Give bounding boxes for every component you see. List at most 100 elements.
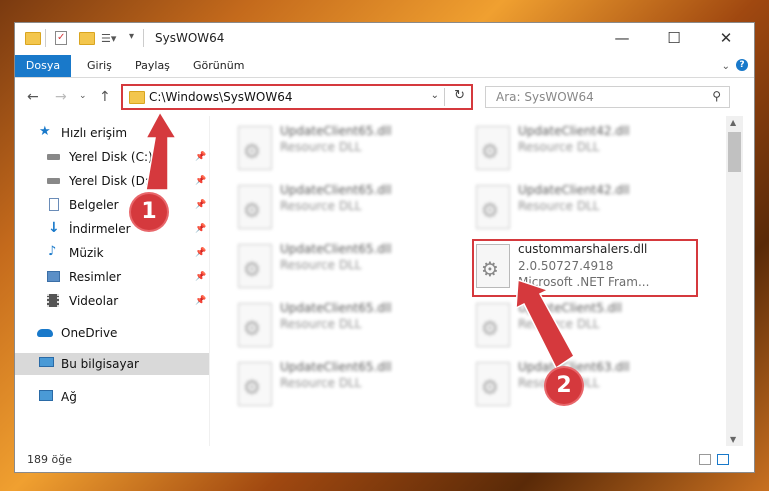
sidebar-item-label: Yerel Disk (D:) [69, 174, 154, 188]
star-icon: ★ [39, 124, 51, 139]
sidebar-item-label: Videolar [69, 294, 119, 308]
dll-file-icon: ⚙ [238, 185, 272, 229]
scroll-thumb[interactable] [728, 132, 741, 172]
sidebar-item-local-disk-c[interactable]: Yerel Disk (C:) 📌 [15, 146, 209, 168]
search-icon[interactable]: ⚲ [712, 89, 721, 103]
file-description: Resource DLL [518, 317, 600, 331]
download-icon: ↓ [48, 220, 60, 236]
search-box[interactable]: Ara: SysWOW64 ⚲ [485, 86, 730, 108]
title-divider-2 [143, 29, 144, 47]
expand-ribbon-chevron-icon[interactable]: ⌄ [722, 61, 730, 72]
file-tile[interactable]: ⚙ UpdateClient65.dll Resource DLL [234, 238, 464, 296]
file-description: Resource DLL [280, 258, 362, 272]
pin-icon[interactable]: 📌 [195, 170, 206, 192]
sidebar-item-local-disk-d[interactable]: Yerel Disk (D:) 📌 [15, 170, 209, 192]
file-name: UpdateClient65.dll [280, 360, 392, 374]
music-icon: ♪ [48, 244, 57, 259]
file-name: UpdateClient65.dll [280, 242, 392, 256]
cloud-icon [37, 329, 53, 337]
file-tile[interactable]: ⚙ UpdateClient65.dll Resource DLL [234, 356, 464, 414]
file-tile[interactable]: ⚙ UpdateClient5.dll Resource DLL [472, 297, 702, 355]
properties-icon[interactable]: ✓ [55, 31, 67, 45]
file-tile[interactable]: ⚙ UpdateClient42.dll Resource DLL [472, 120, 702, 178]
search-placeholder[interactable]: Ara: SysWOW64 [496, 90, 594, 104]
callout-2: 2 [546, 368, 582, 404]
window-title: SysWOW64 [155, 31, 225, 45]
recent-locations-chevron-icon[interactable]: ⌄ [79, 91, 87, 101]
tab-share[interactable]: Paylaş [123, 55, 182, 77]
network-icon [39, 390, 53, 401]
file-description: Resource DLL [280, 376, 362, 390]
dll-file-icon: ⚙ [476, 126, 510, 170]
refresh-icon[interactable]: ↻ [454, 88, 465, 103]
file-name: UpdateClient42.dll [518, 124, 630, 138]
file-tile[interactable]: ⚙ UpdateClient63.dll Resource DLL [472, 356, 702, 414]
file-tile[interactable]: ⚙ UpdateClient65.dll Resource DLL [234, 120, 464, 178]
sidebar-item-label: Yerel Disk (C:) [69, 150, 153, 164]
dll-file-icon: ⚙ [238, 126, 272, 170]
maximize-button[interactable]: ☐ [651, 27, 697, 51]
file-name: UpdateClient65.dll [280, 301, 392, 315]
dll-file-icon: ⚙ [476, 185, 510, 229]
sidebar-item-label: Hızlı erişim [61, 126, 128, 140]
pin-icon[interactable]: 📌 [195, 290, 206, 312]
up-arrow-icon[interactable]: ↑ [99, 89, 111, 105]
sidebar-item-label: İndirmeler [69, 222, 131, 236]
sidebar-item-network[interactable]: Ağ [15, 386, 209, 408]
folder-icon [129, 91, 145, 104]
tab-home[interactable]: Giriş [75, 55, 124, 77]
sidebar-item-label: Belgeler [69, 198, 119, 212]
sidebar-item-documents[interactable]: Belgeler 📌 [15, 194, 209, 216]
scroll-down-icon[interactable]: ▼ [730, 435, 736, 444]
file-description: Resource DLL [518, 140, 600, 154]
file-tile[interactable]: ⚙ UpdateClient65.dll Resource DLL [234, 297, 464, 355]
ribbon-tabs: Dosya Giriş Paylaş Görünüm ⌄ ? [15, 55, 754, 78]
minimize-button[interactable]: — [599, 27, 645, 51]
sidebar-item-onedrive[interactable]: OneDrive [15, 322, 209, 344]
tab-file[interactable]: Dosya [15, 55, 71, 77]
item-count: 189 öğe [27, 453, 72, 466]
sidebar-item-videos[interactable]: Videolar 📌 [15, 290, 209, 312]
file-description: Resource DLL [280, 140, 362, 154]
sidebar-item-downloads[interactable]: ↓ İndirmeler 📌 [15, 218, 209, 240]
tab-view[interactable]: Görünüm [181, 55, 256, 77]
pin-icon[interactable]: 📌 [195, 242, 206, 264]
customize-toolbar-icon[interactable]: ☰▾ [101, 32, 116, 48]
pin-icon[interactable]: 📌 [195, 194, 206, 216]
file-tile[interactable]: ⚙ UpdateClient42.dll Resource DLL [472, 179, 702, 237]
address-dropdown-chevron-icon[interactable]: ⌄ [431, 90, 439, 101]
scroll-up-icon[interactable]: ▲ [730, 118, 736, 127]
pin-icon[interactable]: 📌 [195, 146, 206, 168]
pin-icon[interactable]: 📌 [195, 266, 206, 288]
computer-icon [39, 357, 54, 367]
pictures-icon [47, 271, 60, 282]
sidebar-item-label: OneDrive [61, 326, 118, 340]
documents-icon [49, 198, 59, 211]
address-path[interactable]: C:\Windows\SysWOW64 [149, 90, 293, 104]
navigation-bar: ← → ⌄ ↑ C:\Windows\SysWOW64 ⌄ ↻ Ara: Sys… [15, 78, 754, 116]
sidebar-item-pictures[interactable]: Resimler 📌 [15, 266, 209, 288]
explorer-window: ✓ ☰▾ ▾ SysWOW64 — ☐ ✕ Dosya Giriş Paylaş… [14, 22, 755, 473]
back-arrow-icon[interactable]: ← [27, 89, 39, 105]
file-name: UpdateClient65.dll [280, 183, 392, 197]
help-icon[interactable]: ? [736, 59, 748, 71]
pin-icon[interactable]: 📌 [195, 218, 206, 240]
address-bar[interactable]: C:\Windows\SysWOW64 ⌄ ↻ [121, 84, 473, 110]
forward-arrow-icon[interactable]: → [55, 89, 67, 105]
status-bar: 189 öğe [15, 448, 754, 472]
videos-icon [47, 294, 59, 307]
vertical-scrollbar[interactable]: ▲ ▼ [726, 116, 743, 446]
title-divider [45, 29, 46, 47]
sidebar-item-label: Bu bilgisayar [61, 357, 139, 371]
sidebar-item-quick-access[interactable]: ★ Hızlı erişim [15, 122, 209, 144]
file-description: Resource DLL [518, 199, 600, 213]
close-button[interactable]: ✕ [703, 27, 749, 51]
sidebar-item-this-pc[interactable]: Bu bilgisayar [15, 353, 209, 375]
address-divider [444, 88, 445, 106]
dll-file-icon: ⚙ [238, 303, 272, 347]
sidebar-item-music[interactable]: ♪ Müzik 📌 [15, 242, 209, 264]
details-view-icon[interactable] [699, 454, 711, 465]
down-arrow-icon[interactable]: ▾ [129, 31, 134, 47]
tiles-view-icon[interactable] [717, 454, 729, 465]
file-tile[interactable]: ⚙ UpdateClient65.dll Resource DLL [234, 179, 464, 237]
